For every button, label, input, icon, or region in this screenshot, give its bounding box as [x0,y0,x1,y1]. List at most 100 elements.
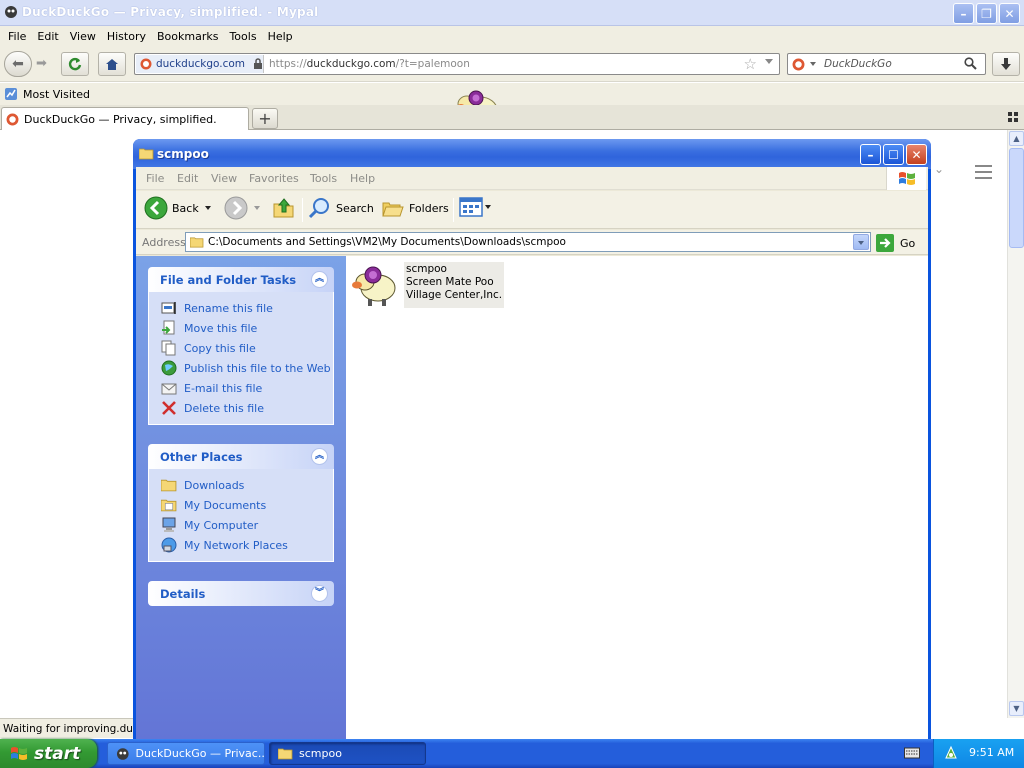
most-visited-icon [5,88,17,100]
collapse-icon[interactable]: ︽ [311,448,328,465]
taskbar-item-browser[interactable]: DuckDuckGo — Privac... [107,742,265,765]
collapse-icon[interactable]: ︽ [311,271,328,288]
scroll-up-icon[interactable]: ▲ [1009,131,1024,146]
forward-icon[interactable]: ➡ [36,56,47,71]
tray-app-icon[interactable] [943,745,959,761]
delete-x-icon [162,401,176,415]
downloads-button[interactable] [992,52,1020,76]
file-company: Village Center,Inc. [406,289,503,301]
browser-status-bar: Waiting for improving.duck [0,718,138,738]
chevron-down-icon[interactable]: ⌄ [934,162,944,176]
file-list-view[interactable]: scmpoo Screen Mate Poo Village Center,In… [346,256,928,739]
site-identity-button[interactable]: duckduckgo.com [136,55,264,73]
explorer-maximize-button[interactable]: ☐ [883,144,904,165]
task-publish-web[interactable]: Publish this file to the Web [161,358,333,378]
duckduckgo-favicon-icon [6,113,19,125]
menu-edit[interactable]: Edit [37,30,58,43]
my-documents-icon [161,499,177,512]
menu-history[interactable]: History [107,30,146,43]
windows-taskbar: start DuckDuckGo — Privac... scmpoo 9:51… [0,739,1024,768]
new-tab-button[interactable]: + [252,108,278,129]
tab-title: DuckDuckGo — Privacy, simplified. [24,112,217,126]
browser-menubar: File Edit View History Bookmarks Tools H… [0,26,1024,46]
folders-button[interactable]: Folders [381,196,449,220]
other-places-header[interactable]: Other Places ︽ [148,444,334,469]
explorer-menu-file[interactable]: File [146,172,164,185]
search-bar[interactable]: DuckDuckGo [787,53,986,75]
clock[interactable]: 9:51 AM [969,746,1014,759]
explorer-menu-favorites[interactable]: Favorites [249,172,299,185]
explorer-address-bar: Address C:\Documents and Settings\VM2\My… [136,230,928,255]
scroll-down-icon[interactable]: ▼ [1009,701,1024,716]
back-icon[interactable]: ⬅ [4,51,32,77]
explorer-menu-view[interactable]: View [211,172,237,185]
duckduckgo-search-engine-icon[interactable] [792,58,805,71]
menu-file[interactable]: File [8,30,26,43]
browser-minimize-button[interactable]: – [953,3,974,24]
scrollbar-thumb[interactable] [1009,148,1024,248]
explorer-menu-edit[interactable]: Edit [177,172,198,185]
hamburger-menu-icon[interactable] [975,165,992,183]
place-my-network-places[interactable]: My Network Places [161,535,333,555]
back-dropdown-icon[interactable] [204,206,211,210]
taskbar-item-scmpoo[interactable]: scmpoo [269,742,426,765]
file-item-scmpoo[interactable]: scmpoo Screen Mate Poo Village Center,In… [350,262,505,308]
reload-icon[interactable] [61,52,89,76]
expand-icon[interactable]: ︾ [311,585,328,602]
place-my-computer[interactable]: My Computer [161,515,333,535]
bookmarks-toolbar: Most Visited [0,83,1024,105]
search-button[interactable]: Search [308,196,374,220]
file-name: scmpoo [406,263,447,275]
explorer-minimize-button[interactable]: – [860,144,881,165]
bookmark-star-icon[interactable]: ☆ [744,55,757,73]
tab-duckduckgo[interactable]: DuckDuckGo — Privacy, simplified. [1,107,249,130]
menu-help[interactable]: Help [268,30,293,43]
explorer-window: scmpoo – ☐ ✕ File Edit View Favorites To… [133,139,931,739]
url-dropdown-icon[interactable] [765,59,773,64]
menu-bookmarks[interactable]: Bookmarks [157,30,218,43]
task-email[interactable]: E-mail this file [161,378,333,398]
task-rename[interactable]: Rename this file [161,298,333,318]
details-header[interactable]: Details ︾ [148,581,334,606]
url-bar[interactable]: duckduckgo.com https://duckduckgo.com/?t… [134,53,780,75]
go-button[interactable]: Go [876,234,915,252]
other-places-panel: Other Places ︽ Downloads My Documents My… [148,444,334,562]
forward-dropdown-icon[interactable] [254,206,260,210]
browser-close-button[interactable]: ✕ [999,3,1020,24]
explorer-menu-tools[interactable]: Tools [310,172,337,185]
views-button[interactable] [459,196,491,218]
start-button[interactable]: start [0,739,97,768]
search-input[interactable]: DuckDuckGo [824,58,892,70]
home-icon[interactable] [98,52,126,76]
vertical-scrollbar[interactable]: ▲ ▼ [1007,130,1024,718]
menu-tools[interactable]: Tools [229,30,256,43]
email-icon [161,383,177,395]
url-text[interactable]: https://duckduckgo.com/?t=palemoon [269,58,470,70]
menu-view[interactable]: View [70,30,96,43]
place-downloads[interactable]: Downloads [161,475,333,495]
address-dropdown-icon[interactable] [853,234,869,250]
views-dropdown-icon[interactable] [485,205,491,209]
task-copy[interactable]: Copy this file [161,338,333,358]
search-engine-dropdown-icon[interactable] [810,62,816,66]
forward-button[interactable] [224,196,260,220]
place-my-documents[interactable]: My Documents [161,495,333,515]
back-arrow-icon [144,196,168,220]
keyboard-icon[interactable] [904,746,920,760]
browser-restore-button[interactable]: ❐ [976,3,997,24]
task-delete[interactable]: Delete this file [161,398,333,418]
back-button[interactable]: Back [144,196,211,220]
search-icon[interactable] [964,57,977,70]
list-all-tabs-icon[interactable] [1008,112,1018,122]
mypal-app-icon [5,6,17,18]
file-folder-tasks-header[interactable]: File and Folder Tasks ︽ [148,267,334,292]
duckduckgo-icon [140,58,152,70]
task-move[interactable]: Move this file [161,318,333,338]
explorer-menu-help[interactable]: Help [350,172,375,185]
bookmark-most-visited[interactable]: Most Visited [4,87,90,101]
explorer-close-button[interactable]: ✕ [906,144,927,165]
file-folder-tasks-panel: File and Folder Tasks ︽ Rename this file… [148,267,334,425]
up-folder-button[interactable] [272,196,296,220]
address-input[interactable]: C:\Documents and Settings\VM2\My Documen… [185,232,871,252]
explorer-titlebar[interactable]: scmpoo – ☐ ✕ [133,139,931,169]
